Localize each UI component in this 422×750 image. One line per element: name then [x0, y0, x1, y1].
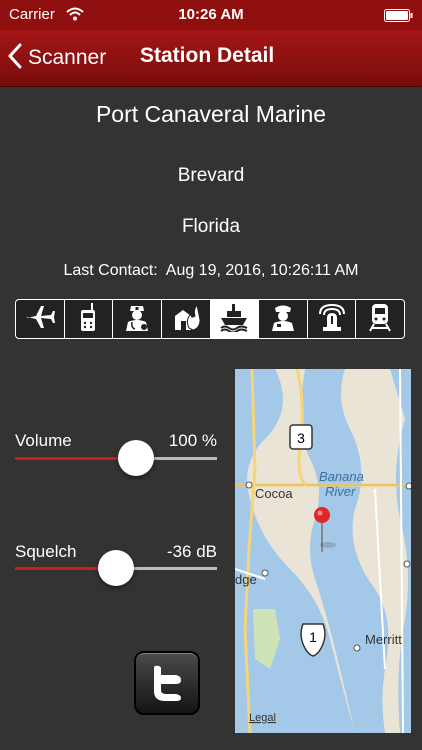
last-contact-label: Last Contact:	[63, 262, 158, 279]
battery-icon	[384, 9, 414, 27]
station-state: Florida	[181, 216, 241, 237]
rockledge-dot	[261, 569, 269, 577]
map-label-river: River	[325, 484, 356, 499]
station-county: Brevard	[177, 165, 245, 186]
fire-icon	[171, 302, 201, 337]
squelch-thumb[interactable]	[98, 550, 134, 586]
ship-icon	[219, 302, 249, 337]
navigation-bar: Scanner Station Detail	[0, 30, 422, 87]
map-label-banana: Banana	[319, 469, 364, 484]
train-icon	[366, 302, 394, 337]
station-name: Port Canaveral Marine	[95, 101, 327, 127]
map-label-cocoa: Cocoa	[255, 486, 293, 501]
sr3-shield-number: 3	[297, 430, 305, 446]
map-label-rockledge: dge	[235, 572, 257, 587]
volume-slider[interactable]	[15, 440, 217, 476]
emergency-beacon-icon	[317, 302, 347, 337]
volume-thumb[interactable]	[118, 440, 155, 476]
category-rail[interactable]	[356, 300, 404, 338]
last-contact: Last Contact: Aug 19, 2016, 10:26:11 AM	[0, 262, 422, 280]
last-contact-value: Aug 19, 2016, 10:26:11 AM	[165, 262, 359, 279]
back-button[interactable]: Scanner	[8, 38, 106, 78]
clock: 10:26 AM	[178, 6, 244, 23]
cocoa-dot	[245, 481, 253, 489]
radio-icon	[78, 302, 98, 337]
chevron-left-icon	[8, 43, 22, 74]
category-medical[interactable]	[113, 300, 162, 338]
category-marine[interactable]	[210, 300, 260, 338]
twitter-t-icon	[152, 664, 184, 707]
page-title: Station Detail	[140, 44, 275, 67]
twitter-share-button[interactable]	[134, 651, 200, 715]
category-radio[interactable]	[65, 300, 114, 338]
volume-track	[15, 457, 217, 460]
category-fire[interactable]	[162, 300, 211, 338]
us1-shield-number: 1	[309, 629, 317, 645]
doctor-icon	[122, 302, 152, 337]
category-emergency[interactable]	[308, 300, 357, 338]
category-police[interactable]	[259, 300, 308, 338]
category-selector	[15, 299, 405, 339]
back-button-label: Scanner	[28, 46, 107, 69]
squelch-slider[interactable]	[15, 550, 217, 586]
map-label-merritt: Merritt	[365, 632, 402, 647]
status-bar: Carrier 10:26 AM	[0, 0, 422, 30]
station-map[interactable]: 3 1 Cocoa Banana River dge Merritt Legal	[235, 369, 411, 733]
category-airplane[interactable]	[16, 300, 65, 338]
merritt-dot	[353, 644, 361, 652]
airplane-icon	[25, 304, 55, 335]
police-officer-icon	[268, 302, 298, 337]
map-canvas: 3 1 Cocoa Banana River dge Merritt Legal	[235, 369, 411, 733]
map-legal-link[interactable]: Legal	[249, 712, 276, 724]
